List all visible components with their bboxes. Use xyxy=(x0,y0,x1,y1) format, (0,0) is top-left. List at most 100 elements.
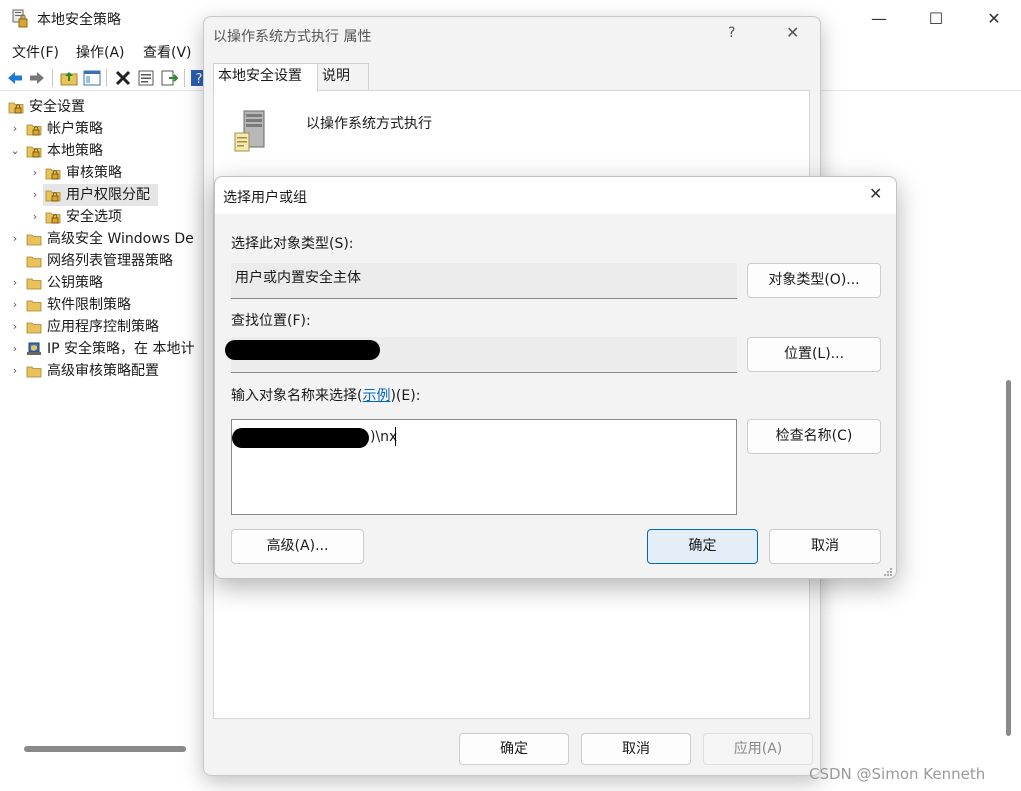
check-names-button[interactable]: 检查名称(C) xyxy=(747,419,881,454)
close-window-button[interactable]: ✕ xyxy=(971,4,1017,34)
select-cancel-button[interactable]: 取消 xyxy=(769,529,881,564)
collapsed-chevron-icon[interactable]: › xyxy=(8,338,22,360)
tree-item[interactable]: › 用户权限分配 xyxy=(0,184,203,206)
toolbar-separator xyxy=(52,69,53,87)
tree-item-label: 软件限制策略 xyxy=(47,297,131,313)
collapsed-chevron-icon[interactable]: › xyxy=(8,228,22,250)
select-users-or-groups-dialog: 选择用户或组 ✕ 选择此对象类型(S): 用户或内置安全主体 对象类型(O)..… xyxy=(214,176,897,579)
menu-action[interactable]: 操作(A) xyxy=(76,42,125,62)
collapsed-chevron-icon[interactable]: › xyxy=(28,162,42,184)
tree-item[interactable]: ⌄ 本地策略 xyxy=(0,140,203,162)
tree-item[interactable]: › 高级安全 Windows De xyxy=(0,228,203,250)
ip-security-icon xyxy=(27,342,41,355)
security-policy-app-icon xyxy=(12,9,28,28)
tree-item-label: 审核策略 xyxy=(66,165,122,181)
tree-item-label: 帐户策略 xyxy=(47,121,103,137)
select-dialog-close-button[interactable]: ✕ xyxy=(869,184,882,203)
right-pane-vertical-scrollbar[interactable] xyxy=(1006,380,1011,736)
up-folder-icon[interactable] xyxy=(60,69,78,87)
examples-link[interactable]: 示例 xyxy=(362,388,390,404)
tree-item-label: 高级安全 Windows De xyxy=(47,231,194,247)
collapsed-chevron-icon[interactable]: › xyxy=(8,118,22,140)
properties-dialog-title: 以操作系统方式执行 属性 xyxy=(213,29,372,45)
object-names-input[interactable]: )\nx xyxy=(231,419,737,515)
select-dialog-titlebar[interactable]: 选择用户或组 ✕ xyxy=(215,177,896,214)
menu-file[interactable]: 文件(F) xyxy=(12,42,59,62)
policy-name: 以操作系统方式执行 xyxy=(306,116,432,132)
tree-item[interactable]: › 软件限制策略 xyxy=(0,294,203,316)
tree-item[interactable]: › 审核策略 xyxy=(0,162,203,184)
properties-ok-button[interactable]: 确定 xyxy=(459,733,569,765)
server-policy-icon xyxy=(234,110,265,152)
menu-view[interactable]: 查看(V) xyxy=(143,42,192,62)
tree-item[interactable]: › IP 安全策略，在 本地计 xyxy=(0,338,203,360)
collapsed-chevron-icon[interactable]: › xyxy=(8,272,22,294)
properties-close-button[interactable]: ✕ xyxy=(786,23,799,42)
folder-icon xyxy=(26,300,42,312)
redacted-location xyxy=(225,340,380,360)
object-type-label: 选择此对象类型(S): xyxy=(231,236,354,252)
object-type-value: 用户或内置安全主体 xyxy=(235,270,361,286)
expanded-chevron-icon[interactable]: ⌄ xyxy=(8,140,22,162)
collapsed-chevron-icon[interactable]: › xyxy=(28,184,42,206)
tree-item-label: IP 安全策略，在 本地计 xyxy=(47,341,195,357)
tree-item[interactable]: › 安全选项 xyxy=(0,206,203,228)
tab-local-security-setting[interactable]: 本地安全设置 xyxy=(213,63,318,92)
tree-item-label: 网络列表管理器策略 xyxy=(47,253,173,269)
toolbar-separator xyxy=(106,69,107,87)
csdn-watermark: CSDN @Simon Kenneth xyxy=(809,765,986,783)
tree-item-label: 用户权限分配 xyxy=(66,187,150,203)
tab-explain[interactable]: 说明 xyxy=(317,63,369,91)
folder-icon xyxy=(26,322,42,334)
folder-icon xyxy=(26,366,42,378)
properties-icon[interactable] xyxy=(137,69,155,87)
tree-item[interactable]: › 高级审核策略配置 xyxy=(0,360,203,382)
folder-icon xyxy=(26,234,42,246)
locked-folder-icon xyxy=(26,124,42,136)
tree-item[interactable]: 安全设置 xyxy=(0,96,203,118)
console-tree[interactable]: 安全设置 › 帐户策略 ⌄ 本地策略 › 审核策略 › 用户权限分配 › 安全选项 › 高级安全 Win… xyxy=(0,92,204,767)
object-types-button[interactable]: 对象类型(O)... xyxy=(747,263,881,298)
forward-arrow-icon[interactable] xyxy=(28,69,46,87)
object-type-field: 用户或内置安全主体 xyxy=(231,263,737,299)
text-caret xyxy=(395,427,396,446)
object-names-value: )\nx xyxy=(370,429,398,445)
location-label: 查找位置(F): xyxy=(231,313,311,329)
back-arrow-icon[interactable] xyxy=(6,69,24,87)
collapsed-chevron-icon[interactable]: › xyxy=(8,360,22,382)
tree-item-label: 本地策略 xyxy=(47,143,103,159)
folder-icon xyxy=(26,278,42,290)
locations-button[interactable]: 位置(L)... xyxy=(747,337,881,372)
locked-folder-icon xyxy=(45,190,61,202)
tree-item-label: 安全设置 xyxy=(29,99,85,115)
tree-item[interactable]: › 公钥策略 xyxy=(0,272,203,294)
locked-folder-icon xyxy=(45,212,61,224)
toolbar-separator xyxy=(184,69,185,87)
locked-folder-icon xyxy=(45,168,61,180)
right-pane-header-divider xyxy=(820,90,1020,91)
locked-folder-icon xyxy=(8,102,24,114)
show-hide-tree-icon[interactable] xyxy=(83,69,101,87)
object-names-label: 输入对象名称来选择(示例)(E): xyxy=(231,388,421,404)
tree-item[interactable]: 网络列表管理器策略 xyxy=(0,250,203,272)
tree-item[interactable]: › 应用程序控制策略 xyxy=(0,316,203,338)
select-dialog-title: 选择用户或组 xyxy=(223,190,307,206)
collapsed-chevron-icon[interactable]: › xyxy=(8,294,22,316)
properties-apply-button[interactable]: 应用(A) xyxy=(703,733,813,765)
maximize-button[interactable]: ☐ xyxy=(913,4,959,34)
advanced-button[interactable]: 高级(A)... xyxy=(231,529,364,564)
delete-icon[interactable] xyxy=(114,69,132,87)
tree-horizontal-scrollbar[interactable] xyxy=(24,746,186,752)
resize-grip-icon[interactable] xyxy=(883,567,893,577)
tree-item-label: 应用程序控制策略 xyxy=(47,319,159,335)
export-list-icon[interactable] xyxy=(160,69,178,87)
select-ok-button[interactable]: 确定 xyxy=(647,529,758,564)
tree-item-label: 高级审核策略配置 xyxy=(47,363,159,379)
tree-item-label: 安全选项 xyxy=(66,209,122,225)
collapsed-chevron-icon[interactable]: › xyxy=(8,316,22,338)
help-button[interactable]: ? xyxy=(728,25,735,41)
properties-cancel-button[interactable]: 取消 xyxy=(581,733,691,765)
minimize-button[interactable]: — xyxy=(856,4,902,34)
collapsed-chevron-icon[interactable]: › xyxy=(28,206,42,228)
tree-item[interactable]: › 帐户策略 xyxy=(0,118,203,140)
